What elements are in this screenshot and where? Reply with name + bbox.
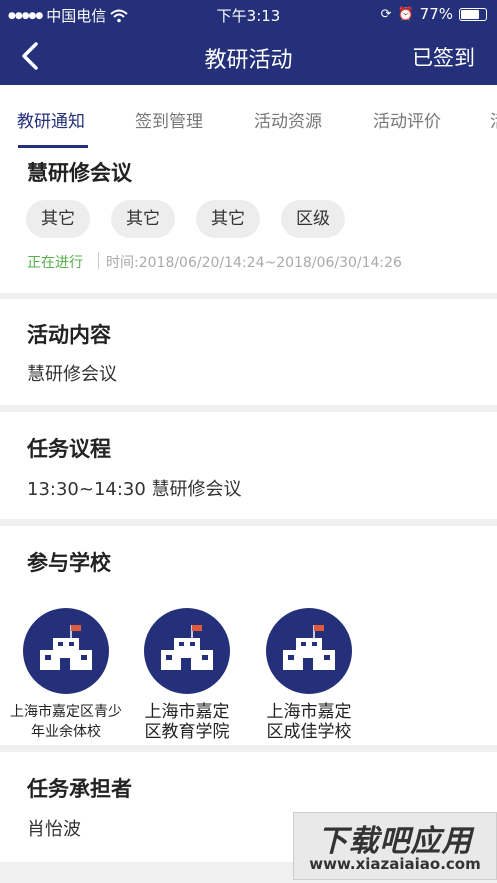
tag-chip: 区级: [281, 200, 345, 238]
school-name: 上海市嘉定区成佳学校: [266, 702, 352, 742]
divider: [98, 252, 99, 269]
battery-icon: [459, 7, 487, 21]
tab-more[interactable]: 活: [490, 107, 497, 132]
signed-in-button[interactable]: 已签到: [412, 42, 475, 72]
watermark-logo: 下载吧应用 www.xiazaiaiao.com: [293, 812, 497, 880]
agenda-card: 任务议程 13:30~14:30 慧研修会议: [0, 412, 497, 519]
school-item[interactable]: 上海市嘉定区教育学院: [131, 608, 243, 742]
agenda-text: 13:30~14:30 慧研修会议: [27, 479, 242, 500]
schools-heading: 参与学校: [27, 551, 111, 575]
assignee-heading: 任务承担者: [27, 777, 132, 801]
meeting-title: 慧研修会议: [27, 161, 132, 185]
status-bar: ●●●●● 中国电信 下午3:13 ⟳ ⏰ 77%: [0, 0, 497, 28]
school-item[interactable]: 上海市嘉定区青少年业余体校: [10, 608, 122, 742]
school-building-icon: [266, 608, 352, 694]
nav-bar: 教研活动 已签到: [0, 28, 497, 85]
school-item[interactable]: 上海市嘉定区成佳学校: [253, 608, 365, 742]
school-name: 上海市嘉定区青少年业余体校: [10, 704, 122, 740]
content-heading: 活动内容: [27, 323, 111, 347]
tag-chip: 其它: [26, 200, 90, 238]
tab-bar: 教研通知 签到管理 活动资源 活动评价 活: [0, 85, 497, 150]
status-badge: 正在进行: [27, 255, 83, 271]
tag-chip: 其它: [111, 200, 175, 238]
active-tab-indicator: [18, 145, 88, 148]
tab-evaluation[interactable]: 活动评价: [373, 107, 441, 132]
schools-card: 参与学校 上海市嘉定区青少年业余体校 上海市嘉定区教育学院 上海市嘉定区成佳学校: [0, 526, 497, 745]
battery-percent: 77%: [419, 5, 453, 23]
agenda-heading: 任务议程: [27, 437, 111, 461]
assignee-name: 肖怡波: [27, 819, 81, 840]
rotation-lock-icon: ⟳: [380, 6, 392, 22]
school-building-icon: [23, 608, 109, 694]
tab-resources[interactable]: 活动资源: [254, 107, 322, 132]
school-name: 上海市嘉定区教育学院: [144, 702, 230, 742]
tag-chip: 其它: [196, 200, 260, 238]
content-card: 活动内容 慧研修会议: [0, 299, 497, 405]
school-building-icon: [144, 608, 230, 694]
meeting-card: 慧研修会议 其它 其它 其它 区级 正在进行 时间:2018/06/20/14:…: [0, 149, 497, 293]
meeting-time: 时间:2018/06/20/14:24~2018/06/30/14:26: [106, 255, 402, 271]
content-text: 慧研修会议: [27, 364, 117, 385]
tab-checkin[interactable]: 签到管理: [135, 107, 203, 132]
tab-notice[interactable]: 教研通知: [17, 107, 85, 132]
alarm-icon: ⏰: [397, 6, 414, 22]
